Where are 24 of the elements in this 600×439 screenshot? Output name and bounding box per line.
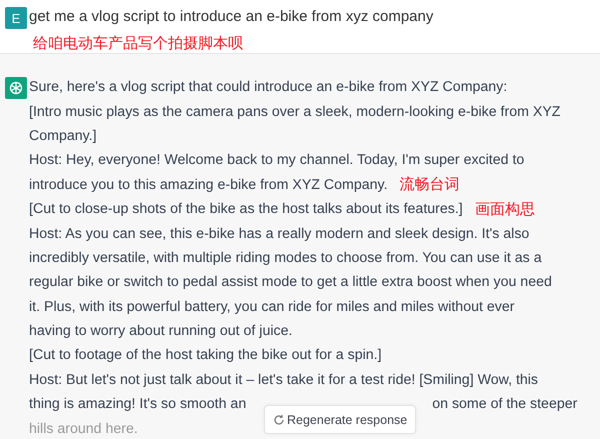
- script-line: incredibly versatile, with multiple riding modes to choose from. You can use it as a: [29, 250, 542, 266]
- script-line: introduce you to this amazing e-bike from XYZ Company.: [29, 176, 388, 193]
- refresh-icon: [273, 414, 285, 426]
- script-line: [Intro music plays as the camera pans over a sleek, modern-looking e-bike from XYZ: [29, 104, 560, 120]
- annotation-note: 画面构思: [474, 200, 535, 219]
- script-line: it. Plus, with its powerful battery, you can ride for miles and miles without ever: [29, 298, 514, 315]
- annotation-note: 流畅台词: [400, 175, 460, 194]
- script-line: regular bike or switch to pedal assist mode to get a little extra boost when you need: [29, 274, 552, 290]
- script-line: [Cut to footage of the host taking the bike out for a spin.]: [29, 347, 382, 364]
- script-line: thing is amazing! It's so smooth an: [29, 396, 246, 412]
- user-message: get me a vlog script to introduce an e-bike from xyz company: [29, 7, 434, 27]
- script-line: Host: As you can see, this e-bike has a really modern and sleek design. It's also: [29, 226, 530, 242]
- script-line: on some of the steeper: [432, 396, 578, 412]
- user-avatar: E: [5, 7, 27, 29]
- script-line: Host: But let's not just talk about it – let's take it for a test ride! [Smiling] Wow, this: [29, 372, 538, 388]
- script-line: [Cut to close-up shots of the bike as the host talks about its features.]: [29, 201, 463, 218]
- regenerate-button[interactable]: Regenerate response: [264, 405, 416, 434]
- script-line: Company.]: [29, 128, 97, 144]
- script-line: Sure, here's a vlog script that could introduce an e-bike from XYZ Company:: [29, 79, 508, 96]
- script-line: hills around here.: [29, 420, 138, 437]
- assistant-logo-icon: [5, 77, 27, 99]
- script-line: Host: Hey, everyone! Welcome back to my channel. Today, I'm super excited to: [29, 152, 524, 168]
- annotation-note: 给咱电动车产品写个拍摄脚本呗: [32, 34, 244, 54]
- script-line: having to worry about running out of juice.: [29, 323, 292, 340]
